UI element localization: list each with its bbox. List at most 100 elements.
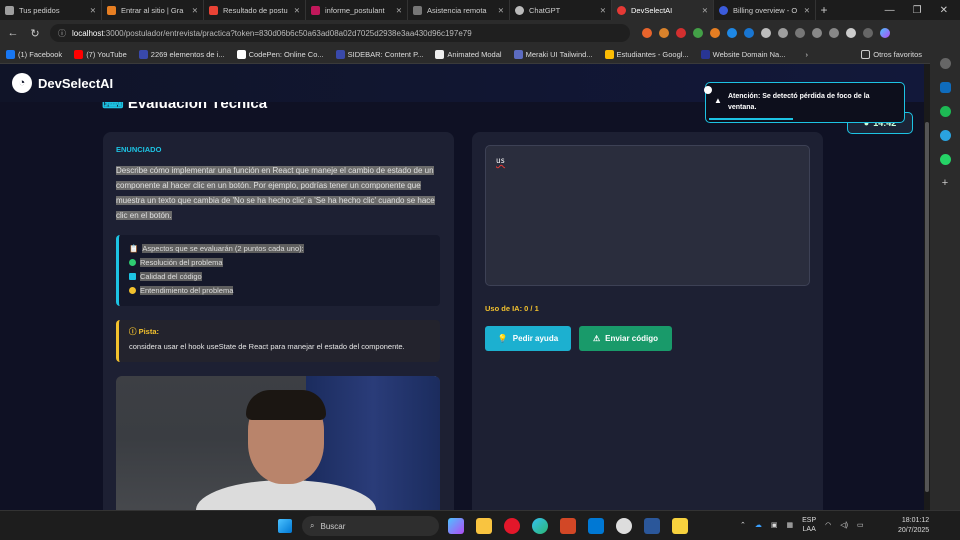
page-scrollbar[interactable]: [924, 64, 930, 510]
bookmark-icon: [700, 50, 710, 59]
bookmark-label: Animated Modal: [447, 50, 502, 59]
bookmark-item[interactable]: (1) Facebook: [6, 50, 62, 59]
browser-tab[interactable]: Billing overview - O ✕: [714, 0, 816, 20]
system-clock[interactable]: 18:01:12 20/7/2025: [898, 516, 929, 536]
scrollbar-thumb[interactable]: [925, 122, 929, 492]
other-bookmarks[interactable]: Otros favoritos: [861, 50, 922, 59]
criteria-item: Calidad del código: [129, 269, 430, 283]
bookmarks-more-icon[interactable]: ›: [805, 50, 808, 59]
search-icon[interactable]: [939, 58, 951, 69]
powerpoint-icon[interactable]: [560, 518, 576, 534]
close-window-icon[interactable]: ✕: [940, 5, 948, 16]
hint-title-text: Pista:: [138, 327, 160, 336]
collections-icon[interactable]: [829, 28, 839, 38]
close-icon[interactable]: ✕: [702, 6, 708, 15]
battery-icon[interactable]: ▭: [857, 521, 864, 529]
close-icon[interactable]: ✕: [396, 6, 402, 15]
tab-favicon-icon: [719, 5, 728, 15]
copilot-app-icon[interactable]: [448, 518, 464, 534]
bookmark-item[interactable]: 2269 elementos de i...: [138, 50, 225, 59]
reload-icon[interactable]: ↻: [26, 27, 44, 40]
chevron-up-icon[interactable]: ⌃: [740, 521, 746, 529]
add-icon[interactable]: +: [940, 178, 951, 189]
minimize-icon[interactable]: —: [885, 5, 895, 16]
browser-tab[interactable]: Tus pedidos ✕: [0, 0, 102, 20]
favorites-icon[interactable]: [812, 28, 822, 38]
wifi-icon[interactable]: ◠: [825, 521, 831, 529]
extension-icon[interactable]: [727, 28, 737, 38]
address-bar[interactable]: ⓘ localhost:3000/postulador/entrevista/p…: [50, 24, 630, 42]
toast-progress-bar: [709, 118, 793, 120]
close-icon[interactable]: ✕: [600, 6, 606, 15]
extension-icon[interactable]: [642, 28, 652, 38]
browser-tab[interactable]: Asistencia remota ✕: [408, 0, 510, 20]
close-icon[interactable]: ✕: [90, 6, 96, 15]
bookmark-item[interactable]: Estudiantes - Googl...: [604, 50, 689, 59]
send-code-button[interactable]: ⚠ Enviar código: [579, 326, 672, 351]
close-icon[interactable]: ✕: [498, 6, 504, 15]
extension-icons: [642, 28, 890, 38]
close-icon[interactable]: ✕: [804, 6, 810, 15]
ask-help-button[interactable]: 💡 Pedir ayuda: [485, 326, 571, 351]
new-tab-icon[interactable]: +: [816, 3, 832, 17]
taskbar-search[interactable]: ⌕ Buscar: [302, 516, 439, 536]
vscode-icon[interactable]: [588, 518, 604, 534]
bookmark-item[interactable]: Meraki UI Tailwind...: [513, 50, 593, 59]
more-icon[interactable]: [863, 28, 873, 38]
whatsapp-icon[interactable]: [939, 154, 951, 165]
extension-icon[interactable]: [710, 28, 720, 38]
webcam-preview: [116, 376, 440, 510]
site-info-icon[interactable]: ⓘ: [58, 28, 66, 39]
bookmark-item[interactable]: (7) YouTube: [74, 50, 127, 59]
extension-icon[interactable]: [693, 28, 703, 38]
sticky-notes-icon[interactable]: [672, 518, 688, 534]
codepen-icon: [236, 50, 246, 59]
browser-tab[interactable]: Resultado de postu ✕: [204, 0, 306, 20]
close-icon[interactable]: ✕: [192, 6, 198, 15]
copilot-icon[interactable]: [880, 28, 890, 38]
tray-app-icon[interactable]: ▦: [787, 521, 794, 529]
extension-icon[interactable]: [744, 28, 754, 38]
bookmark-label: 2269 elementos de i...: [150, 50, 225, 59]
code-editor[interactable]: us: [485, 145, 810, 286]
tray-app-icon[interactable]: ▣: [771, 521, 778, 529]
language-indicator[interactable]: ESP LAA: [802, 516, 816, 534]
avatar[interactable]: [846, 28, 856, 38]
close-icon[interactable]: ✕: [294, 6, 300, 15]
taskbar-apps: [448, 518, 688, 534]
windows-start-icon[interactable]: [278, 519, 292, 533]
lightbulb-icon: 💡: [497, 334, 508, 343]
search-label: Buscar: [320, 521, 346, 531]
onedrive-icon[interactable]: ☁: [755, 521, 762, 529]
volume-icon[interactable]: ◁): [840, 521, 848, 529]
file-explorer-icon[interactable]: [476, 518, 492, 534]
extension-icon[interactable]: [761, 28, 771, 38]
restore-icon[interactable]: ❐: [913, 5, 922, 16]
puzzle-icon[interactable]: [795, 28, 805, 38]
telegram-icon[interactable]: [939, 130, 951, 141]
browser-tab[interactable]: informe_postulant ✕: [306, 0, 408, 20]
gmail-icon: [209, 5, 218, 15]
tab-favicon-icon: [5, 5, 14, 15]
extension-icon[interactable]: [778, 28, 788, 38]
bookmark-item[interactable]: CodePen: Online Co...: [236, 50, 324, 59]
app-icon[interactable]: [616, 518, 632, 534]
bookmark-item[interactable]: Website Domain Na...: [700, 50, 785, 59]
browser-tab[interactable]: Entrar al sitio | Gra ✕: [102, 0, 204, 20]
extension-icon[interactable]: [676, 28, 686, 38]
statement-text: Describe cómo implementar una función en…: [116, 166, 435, 220]
browser-tab[interactable]: ChatGPT ✕: [510, 0, 612, 20]
browser-tab-active[interactable]: DevSelectAI ✕: [612, 0, 714, 20]
extension-icon[interactable]: [659, 28, 669, 38]
outlook-icon[interactable]: [939, 82, 951, 93]
bookmark-item[interactable]: SIDEBAR: Content P...: [335, 50, 423, 59]
web-page: ◔ DevSelectAI ⌨ Evaluación Técnica ENUNC…: [0, 64, 924, 510]
opera-icon[interactable]: [504, 518, 520, 534]
word-icon[interactable]: [644, 518, 660, 534]
bookmark-item[interactable]: Animated Modal: [435, 50, 502, 59]
tab-favicon-icon: [413, 5, 422, 15]
spotify-icon[interactable]: [939, 106, 951, 117]
edge-icon[interactable]: [532, 518, 548, 534]
back-icon[interactable]: ←: [4, 27, 22, 39]
check-circle-icon: [129, 258, 136, 266]
